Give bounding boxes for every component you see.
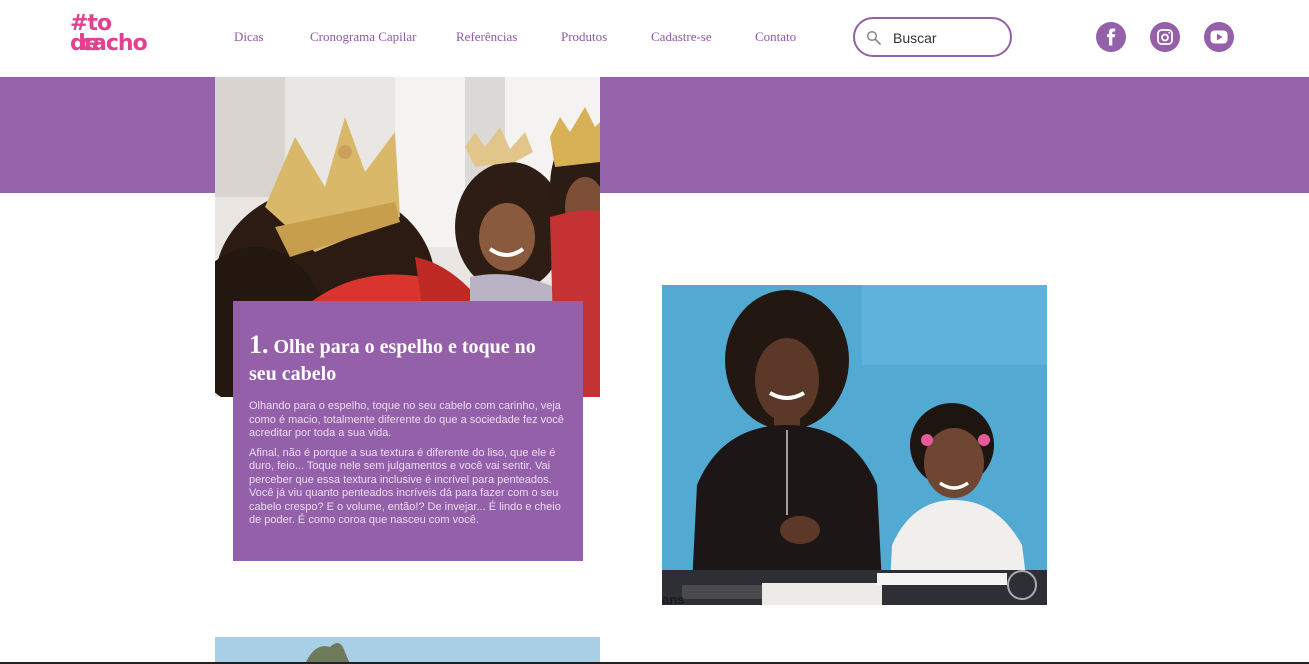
logo-text-line2: cacho	[80, 31, 148, 56]
facebook-icon	[1107, 28, 1116, 46]
site-header: #to de cacho Dicas Cronograma Capilar Re…	[0, 0, 1309, 77]
article-number: 1.	[249, 330, 269, 359]
next-article-photo	[215, 637, 600, 664]
search-box[interactable]	[853, 17, 1012, 57]
article-body: Olhando para o espelho, toque no seu cab…	[249, 400, 567, 528]
facebook-link[interactable]	[1096, 22, 1126, 52]
article-paragraph-2: Afinal, não é porque a sua textura é dif…	[249, 446, 556, 486]
nav-item-referencias[interactable]: Referências	[456, 29, 517, 45]
instagram-link[interactable]	[1150, 22, 1180, 52]
article-title: 1. Olhe para o espelho e toque no seu ca…	[249, 331, 567, 388]
youtube-link[interactable]	[1204, 22, 1234, 52]
nav-item-cronograma-capilar[interactable]: Cronograma Capilar	[310, 29, 417, 45]
photo-caption-fragment: ans	[662, 592, 684, 605]
article-title-text: Olhe para o espelho e toque no seu cabel…	[249, 336, 536, 385]
nav-item-dicas[interactable]: Dicas	[234, 29, 264, 45]
article-paragraph-1: Olhando para o espelho, toque no seu cab…	[249, 400, 564, 439]
article-card: 1. Olhe para o espelho e toque no seu ca…	[233, 301, 583, 561]
nav-item-contato[interactable]: Contato	[755, 29, 796, 45]
search-input[interactable]	[893, 27, 1003, 49]
nav-item-cadastre-se[interactable]: Cadastre-se	[651, 29, 712, 45]
hero-band	[0, 77, 1309, 193]
article-paragraph-3: Você já viu quanto penteados incríveis d…	[249, 487, 561, 526]
instagram-icon	[1157, 29, 1173, 45]
youtube-icon	[1210, 30, 1228, 44]
nav-item-produtos[interactable]: Produtos	[561, 29, 607, 45]
search-icon	[866, 30, 881, 45]
site-logo[interactable]: #to de cacho	[70, 12, 148, 60]
news-anchor-photo: ans	[662, 285, 1047, 605]
